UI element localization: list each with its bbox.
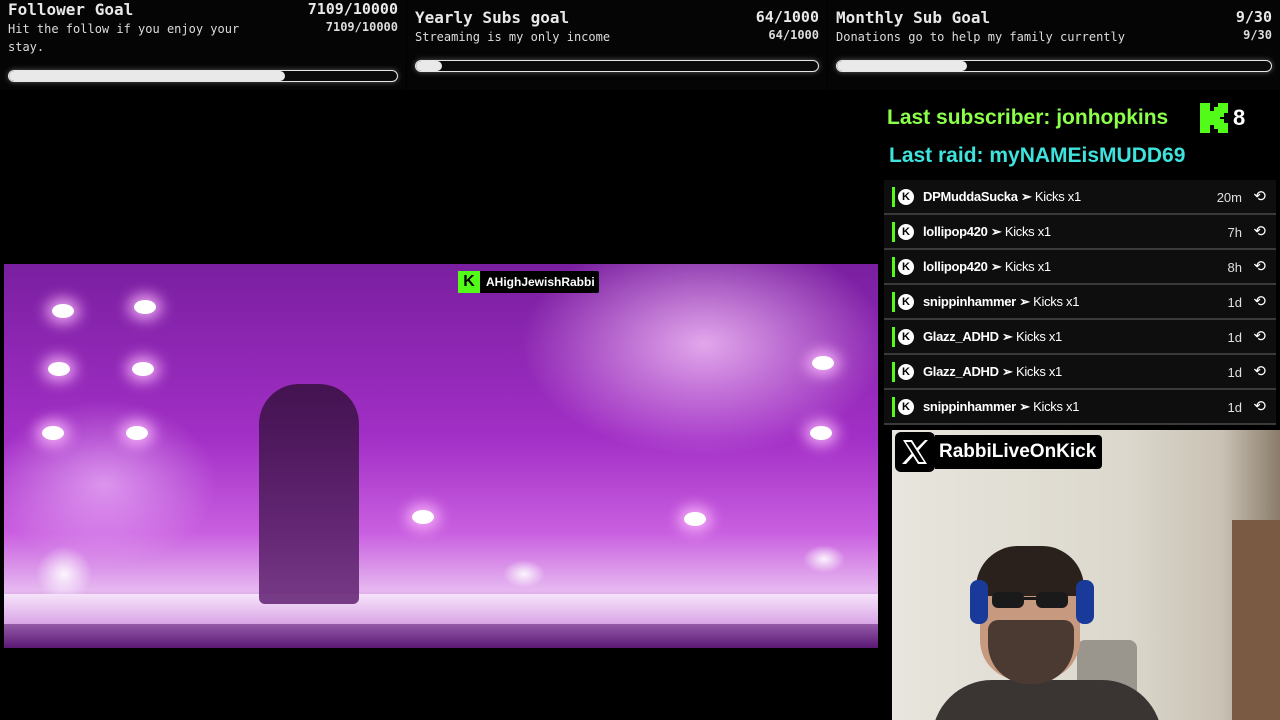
- event-time: 1d: [1227, 330, 1242, 345]
- goal-progress-fill: [416, 61, 442, 71]
- stage-floor: [4, 594, 878, 624]
- stage-light: [42, 426, 64, 440]
- goal-description: Donations go to help my family currently: [836, 30, 1125, 44]
- goal-title: Follower Goal: [8, 0, 134, 19]
- list-item: K snippinhammer ➢ Kicks x1 1d ⟲: [884, 285, 1276, 320]
- stage-light: [810, 426, 832, 440]
- event-text: Glazz_ADHD ➢ Kicks x1: [923, 364, 1062, 379]
- list-item: K lollipop420 ➢ Kicks x1 7h ⟲: [884, 215, 1276, 250]
- event-text: snippinhammer ➢ Kicks x1: [923, 294, 1080, 309]
- goal-title: Yearly Subs goal: [415, 8, 570, 27]
- event-time: 1d: [1227, 295, 1242, 310]
- kick-coin-icon: K: [898, 329, 914, 345]
- stage-light: [132, 362, 154, 376]
- follower-goal-widget: Follower Goal 7109/10000 Hit the follow …: [0, 0, 406, 90]
- headset: [1076, 580, 1094, 624]
- replay-icon[interactable]: ⟲: [1253, 257, 1266, 275]
- x-logo-icon: [895, 432, 935, 472]
- stage-light: [684, 512, 706, 526]
- shirt: [932, 680, 1162, 720]
- accent-bar: [892, 187, 895, 207]
- accent-bar: [892, 257, 895, 277]
- goal-count: 9/30: [1235, 8, 1272, 26]
- kick-coin-icon: K: [898, 399, 914, 415]
- goal-title: Monthly Sub Goal: [836, 8, 991, 27]
- goal-progress-fill: [837, 61, 968, 71]
- goal-progress-bar: [415, 60, 819, 72]
- stage-light: [126, 426, 148, 440]
- last-subscriber-label: Last subscriber: jonhopkins: [887, 106, 1169, 129]
- kick-logo-icon: [1200, 103, 1228, 133]
- goal-count-small: 9/30: [1243, 28, 1272, 42]
- replay-icon[interactable]: ⟲: [1253, 222, 1266, 240]
- goal-description: Hit the follow if you enjoy your stay.: [8, 22, 240, 54]
- goal-count-small: 64/1000: [768, 28, 819, 42]
- replay-icon[interactable]: ⟲: [1253, 292, 1266, 310]
- goal-count: 7109/10000: [307, 0, 398, 18]
- main-video[interactable]: K AHighJewishRabbi: [4, 264, 878, 648]
- replay-icon[interactable]: ⟲: [1253, 187, 1266, 205]
- list-item: K Glazz_ADHD ➢ Kicks x1 1d ⟲: [884, 320, 1276, 355]
- monthly-sub-goal-widget: Monthly Sub Goal 9/30 Donations go to he…: [828, 0, 1280, 90]
- kick-coin-icon: K: [898, 189, 914, 205]
- goal-count-small: 7109/10000: [325, 20, 398, 34]
- kick-count: 8: [1233, 105, 1246, 130]
- webcam-feed: [892, 430, 1280, 720]
- accent-bar: [892, 397, 895, 417]
- stage-light: [812, 356, 834, 370]
- stage-light: [412, 510, 434, 524]
- list-item: K Glazz_ADHD ➢ Kicks x1 1d ⟲: [884, 355, 1276, 390]
- goal-progress-bar: [836, 60, 1272, 72]
- kick-coin-icon: K: [898, 364, 914, 380]
- event-time: 1d: [1227, 365, 1242, 380]
- accent-bar: [892, 292, 895, 312]
- x-handle: RabbiLiveOnKick: [935, 435, 1103, 469]
- list-item: K DPMuddaSucka ➢ Kicks x1 20m ⟲: [884, 180, 1276, 215]
- glasses-icon: [992, 592, 1068, 608]
- background-door: [1232, 520, 1280, 720]
- replay-icon[interactable]: ⟲: [1253, 327, 1266, 345]
- headset: [970, 580, 988, 624]
- stage-light: [52, 304, 74, 318]
- kick-coin-icon: K: [898, 224, 914, 240]
- event-list: K DPMuddaSucka ➢ Kicks x1 20m ⟲ K lollip…: [884, 180, 1276, 425]
- event-time: 1d: [1227, 400, 1242, 415]
- accent-bar: [892, 362, 895, 382]
- streamer-name: AHighJewishRabbi: [486, 275, 595, 289]
- list-item: K lollipop420 ➢ Kicks x1 8h ⟲: [884, 250, 1276, 285]
- event-text: lollipop420 ➢ Kicks x1: [923, 259, 1051, 274]
- kick-logo-icon: K: [458, 271, 480, 293]
- event-text: snippinhammer ➢ Kicks x1: [923, 399, 1080, 414]
- event-time: 7h: [1227, 225, 1242, 240]
- last-raid-label: Last raid: myNAMEisMUDD69: [889, 144, 1186, 167]
- yearly-subs-goal-widget: Yearly Subs goal 64/1000 Streaming is my…: [407, 0, 827, 90]
- accent-bar: [892, 222, 895, 242]
- x-handle-tag: RabbiLiveOnKick: [895, 432, 1103, 472]
- hair: [976, 546, 1084, 596]
- event-time: 20m: [1216, 190, 1242, 205]
- stage-light: [134, 300, 156, 314]
- goal-count: 64/1000: [755, 8, 819, 26]
- stage-light: [48, 362, 70, 376]
- replay-icon[interactable]: ⟲: [1253, 362, 1266, 380]
- event-text: Glazz_ADHD ➢ Kicks x1: [923, 329, 1062, 344]
- goal-progress-fill: [9, 71, 285, 81]
- replay-icon[interactable]: ⟲: [1253, 397, 1266, 415]
- goal-description: Streaming is my only income: [415, 30, 611, 44]
- list-item: K snippinhammer ➢ Kicks x1 1d ⟲: [884, 390, 1276, 425]
- accent-bar: [892, 327, 895, 347]
- event-time: 8h: [1227, 260, 1242, 275]
- event-text: lollipop420 ➢ Kicks x1: [923, 224, 1051, 239]
- performer: [259, 384, 359, 604]
- kick-coin-icon: K: [898, 294, 914, 310]
- kick-coin-icon: K: [898, 259, 914, 275]
- event-text: DPMuddaSucka ➢ Kicks x1: [923, 189, 1081, 204]
- goal-progress-bar: [8, 70, 398, 82]
- streamer-tag: K AHighJewishRabbi: [458, 271, 599, 293]
